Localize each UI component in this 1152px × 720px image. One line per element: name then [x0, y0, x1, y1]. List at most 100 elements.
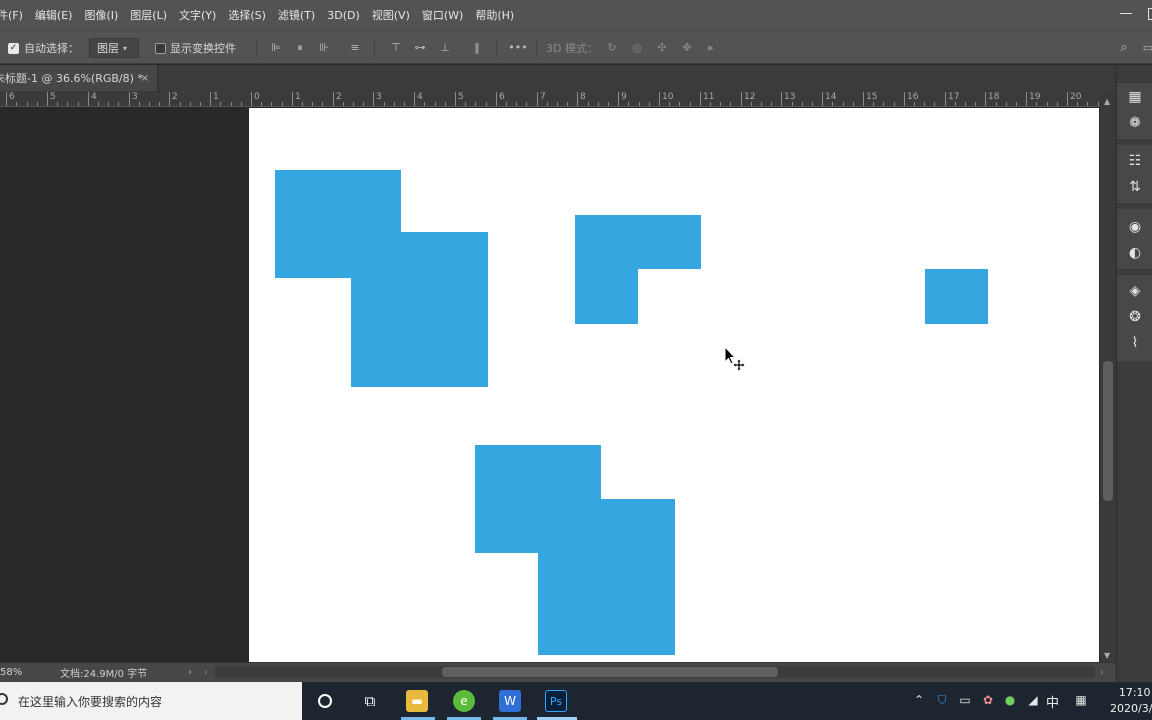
file-explorer-icon[interactable]: ▬: [406, 690, 428, 712]
horizontal-scroll-thumb[interactable]: [442, 667, 778, 677]
distribute-h-icon[interactable]: ‖: [471, 42, 483, 54]
browser-icon[interactable]: e: [453, 690, 475, 712]
menu-item[interactable]: 件(F): [0, 7, 29, 23]
align-left-icon[interactable]: ⊫: [270, 42, 282, 54]
panel-group: ◈ ❂ ⌇: [1117, 275, 1152, 361]
scroll-down-icon[interactable]: ▼: [1104, 651, 1110, 660]
adjustments-icon[interactable]: ◐: [1127, 245, 1143, 261]
align-bottom-icon[interactable]: ⊥: [439, 42, 451, 54]
system-clock[interactable]: 17:10 2020/3/1: [1110, 685, 1152, 717]
vertical-scrollbar[interactable]: ▲ ▼: [1100, 91, 1116, 662]
maximize-icon[interactable]: [1146, 5, 1152, 21]
security-shield-icon[interactable]: ⛉: [935, 693, 949, 707]
menu-item[interactable]: 选择(S): [222, 7, 272, 23]
align-center-h-icon[interactable]: ⏸: [294, 42, 306, 54]
menu-item[interactable]: 视图(V): [366, 7, 416, 23]
photoshop-icon[interactable]: Ps: [545, 690, 567, 712]
options-bar: ✓ 自动选择： 图层 ▾ 显示变换控件 ⊫ ⏸ ⊪ ≡ ⊤ ⊶ ⊥ ‖ ••• …: [0, 30, 1152, 64]
menu-item[interactable]: 3D(D): [321, 9, 366, 22]
blue-rectangle[interactable]: [538, 499, 675, 655]
distribute-v-icon[interactable]: ≡: [349, 42, 361, 54]
scroll-up-icon[interactable]: ▲: [1104, 97, 1110, 106]
blue-rectangle[interactable]: [575, 269, 638, 324]
menu-item[interactable]: 帮助(H): [469, 7, 520, 23]
wps-writer-icon[interactable]: W: [499, 690, 521, 712]
ruler-minor-tick: [955, 102, 956, 106]
close-icon[interactable]: ×: [141, 73, 149, 84]
ruler-minor-tick: [1016, 102, 1017, 106]
paths-icon[interactable]: ⌇: [1127, 335, 1143, 351]
zoom-level[interactable]: 58%: [0, 667, 22, 678]
menu-item[interactable]: 图像(I): [78, 7, 124, 23]
ruler-tick: [577, 92, 578, 106]
ruler-label: 10: [662, 92, 674, 102]
3d-orbit-icon[interactable]: ↻: [606, 42, 618, 54]
ruler-label: 9: [621, 92, 627, 102]
ruler-tick: [741, 92, 742, 106]
menu-item[interactable]: 编辑(E): [29, 7, 79, 23]
taskbar-search-box[interactable]: 在这里输入你要搜索的内容: [0, 682, 302, 720]
workspace-icon[interactable]: ▭: [1142, 42, 1152, 54]
ruler-minor-tick: [67, 102, 68, 106]
ruler-label: 12: [744, 92, 756, 102]
blue-square[interactable]: [925, 269, 988, 324]
ruler-label: 6: [9, 92, 15, 102]
channels-icon[interactable]: ❂: [1127, 309, 1143, 325]
ruler-label: 14: [825, 92, 837, 102]
ruler-tick: [1026, 92, 1027, 106]
show-transform-checkbox[interactable]: [155, 42, 166, 54]
minimize-icon[interactable]: [1118, 5, 1134, 21]
auto-select-checkbox[interactable]: ✓: [8, 42, 19, 54]
tray-chevron-up-icon[interactable]: ⌃: [912, 693, 926, 707]
document-tab[interactable]: 未标题-1 @ 36.6%(RGB/8) * ×: [0, 65, 158, 91]
tray-flower-icon[interactable]: ✿: [981, 693, 995, 707]
align-middle-v-icon[interactable]: ⊶: [414, 42, 426, 54]
menu-item[interactable]: 图层(L): [124, 7, 173, 23]
align-right-icon[interactable]: ⊪: [318, 42, 330, 54]
ruler-label: 15: [866, 92, 878, 102]
blue-rectangle[interactable]: [575, 215, 701, 269]
wechat-icon[interactable]: ●: [1003, 693, 1017, 707]
grid-icon[interactable]: ▦: [1127, 89, 1143, 105]
menu-item[interactable]: 滤镜(T): [272, 7, 321, 23]
clock-date: 2020/3/1: [1110, 702, 1152, 715]
auto-select-checkbox-wrap[interactable]: ✓ 自动选择：: [8, 31, 79, 65]
search-icon[interactable]: ⌕: [1118, 41, 1130, 54]
document-canvas[interactable]: [249, 108, 1099, 662]
ruler-minor-tick: [57, 102, 58, 106]
auto-select-target-dropdown[interactable]: 图层 ▾: [89, 38, 139, 58]
status-menu-arrow-icon[interactable]: ›: [188, 667, 192, 678]
history-icon[interactable]: ⇅: [1127, 179, 1143, 195]
3d-roll-icon[interactable]: ◎: [631, 42, 643, 54]
ruler-minor-tick: [832, 102, 833, 106]
blue-rectangle[interactable]: [351, 232, 488, 387]
scroll-left-icon[interactable]: ‹: [204, 667, 208, 678]
vertical-scroll-thumb[interactable]: [1103, 361, 1113, 501]
ruler-tick: [88, 92, 89, 106]
ruler-minor-tick: [730, 102, 731, 106]
ruler-minor-tick: [812, 102, 813, 106]
document-tab-bar: 未标题-1 @ 36.6%(RGB/8) * ×: [0, 65, 1116, 91]
3d-slide-icon[interactable]: ✥: [681, 42, 693, 54]
tray-app-icon[interactable]: ▭: [958, 693, 972, 707]
ime-indicator[interactable]: 中: [1046, 692, 1059, 711]
ruler-minor-tick: [384, 102, 385, 106]
libraries-icon[interactable]: ◉: [1127, 219, 1143, 235]
align-top-icon[interactable]: ⊤: [390, 42, 402, 54]
more-options-button[interactable]: •••: [508, 42, 528, 54]
menu-item[interactable]: 窗口(W): [416, 7, 469, 23]
palette-icon[interactable]: ❁: [1127, 115, 1143, 131]
network-icon[interactable]: ◢: [1026, 693, 1040, 707]
3d-scale-icon[interactable]: ▸: [705, 42, 717, 54]
auto-select-label: 自动选择：: [24, 42, 79, 55]
menu-item[interactable]: 文字(Y): [173, 7, 222, 23]
task-view-icon[interactable]: ⧉: [359, 690, 381, 712]
cortana-icon[interactable]: [314, 690, 336, 712]
ruler-tick: [1067, 92, 1068, 106]
ime-layout-icon[interactable]: ▦: [1074, 693, 1088, 707]
properties-icon[interactable]: ☷: [1127, 153, 1143, 169]
ruler-label: 20: [1070, 92, 1082, 102]
scroll-right-icon[interactable]: ›: [1100, 667, 1104, 678]
layers-icon[interactable]: ◈: [1127, 283, 1143, 299]
3d-pan-icon[interactable]: ✣: [656, 42, 668, 54]
